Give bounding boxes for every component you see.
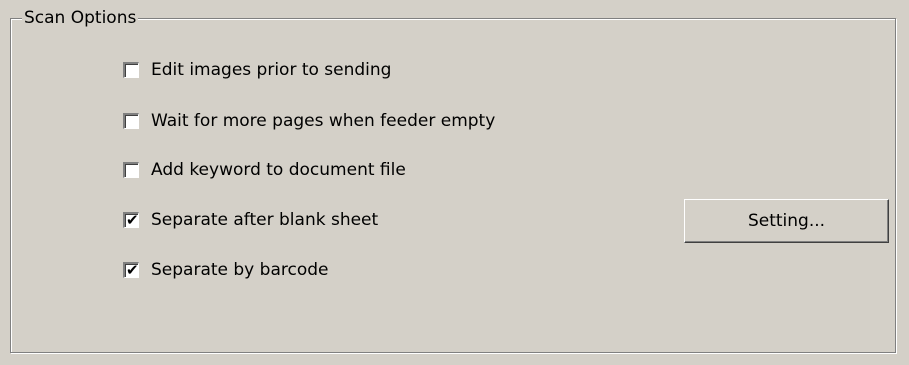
checkmark-icon: ✔: [126, 211, 139, 229]
option-edit-images[interactable]: Edit images prior to sending: [123, 58, 391, 82]
checkbox-separate-barcode[interactable]: ✔: [123, 262, 139, 278]
option-separate-blank-sheet[interactable]: ✔ Separate after blank sheet: [123, 208, 378, 232]
setting-button[interactable]: Setting...: [684, 199, 889, 243]
checkbox-separate-blank-sheet[interactable]: ✔: [123, 212, 139, 228]
option-separate-barcode[interactable]: ✔ Separate by barcode: [123, 258, 328, 282]
label-separate-blank-sheet: Separate after blank sheet: [151, 210, 379, 230]
checkmark-icon: ✔: [126, 261, 139, 279]
checkbox-edit-images[interactable]: [123, 62, 139, 78]
label-separate-barcode: Separate by barcode: [151, 260, 329, 280]
checkbox-add-keyword[interactable]: [123, 162, 139, 178]
label-wait-for-pages: Wait for more pages when feeder empty: [151, 111, 496, 131]
label-add-keyword: Add keyword to document file: [151, 160, 406, 180]
option-wait-for-pages[interactable]: Wait for more pages when feeder empty: [123, 109, 495, 133]
checkbox-wait-for-pages[interactable]: [123, 113, 139, 129]
group-title: Scan Options: [22, 8, 139, 28]
option-add-keyword[interactable]: Add keyword to document file: [123, 158, 406, 182]
label-edit-images: Edit images prior to sending: [151, 60, 392, 80]
